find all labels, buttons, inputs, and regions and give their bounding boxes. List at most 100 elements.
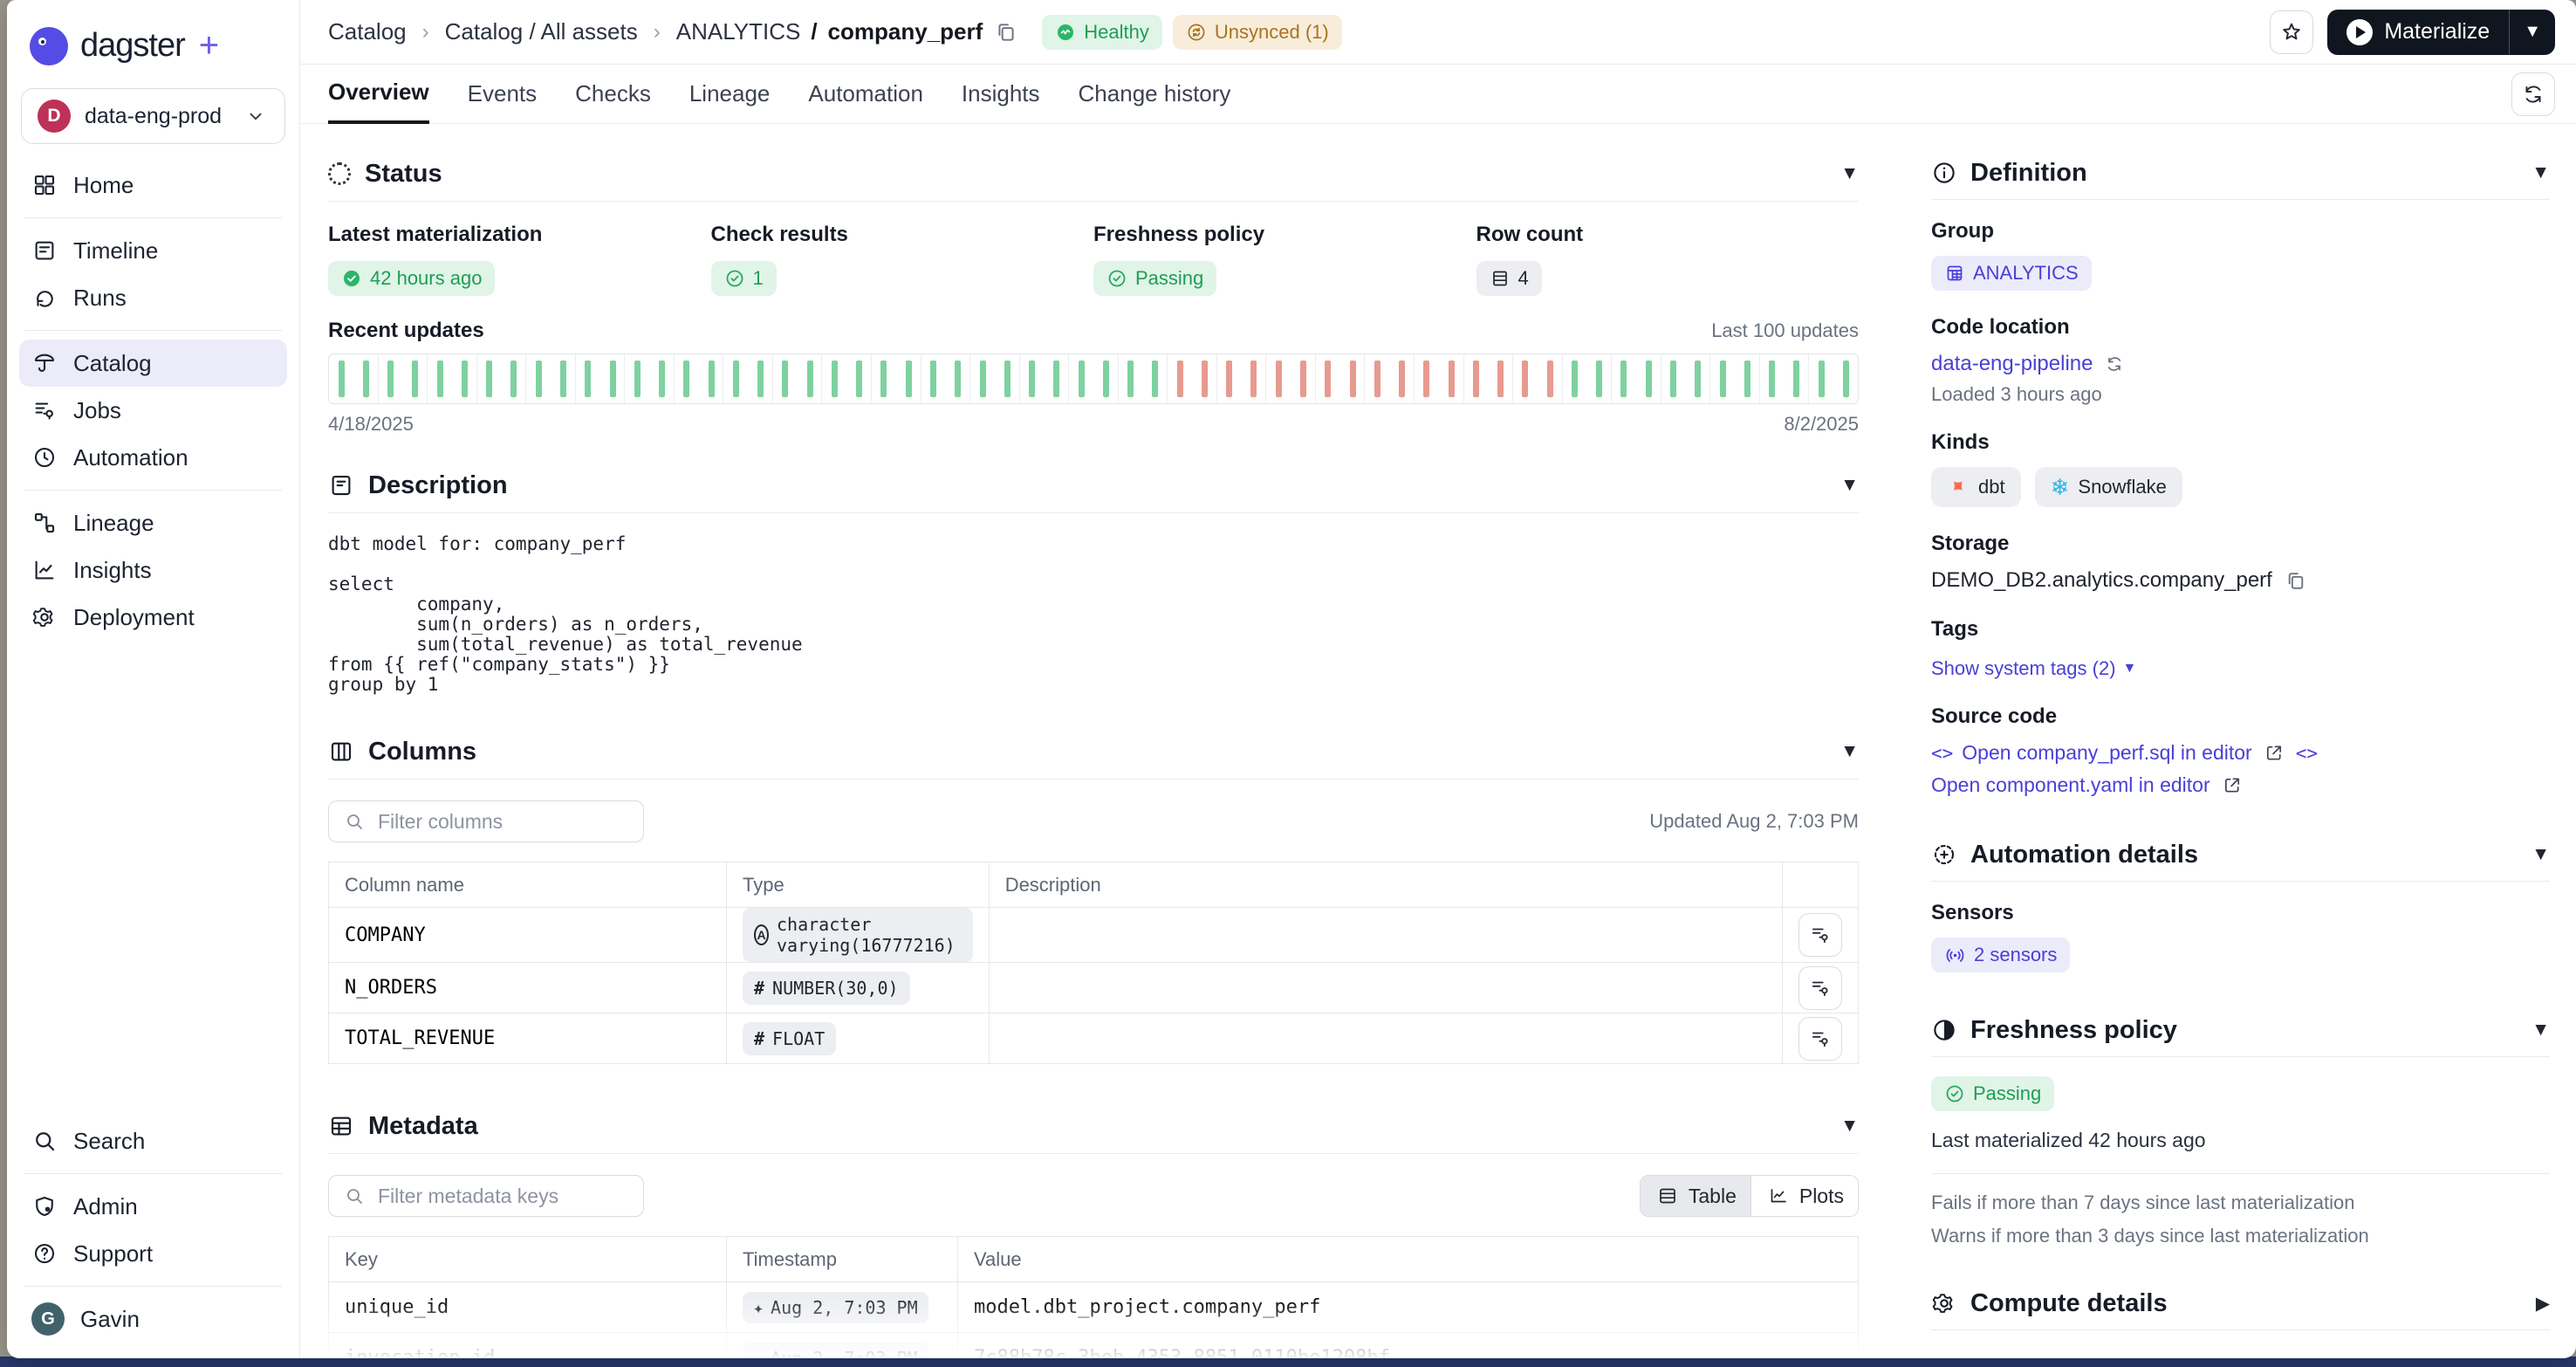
sidebar-item-insights[interactable]: Insights xyxy=(19,546,287,594)
show-system-tags-link[interactable]: Show system tags (2) xyxy=(1931,657,2116,680)
update-bar[interactable] xyxy=(1029,361,1035,397)
breadcrumb-group[interactable]: ANALYTICS xyxy=(676,18,801,45)
update-bar[interactable] xyxy=(634,361,641,397)
open-yaml-link[interactable]: Open component.yaml in editor xyxy=(1931,773,2210,797)
update-bar[interactable] xyxy=(363,361,369,397)
update-bar[interactable] xyxy=(585,361,591,397)
health-badge[interactable]: Healthy xyxy=(1042,15,1162,50)
update-bar[interactable] xyxy=(1720,361,1726,397)
check-results-badge[interactable]: 1 xyxy=(711,261,777,296)
update-bar[interactable] xyxy=(1350,361,1356,397)
collapse-caret[interactable]: ▼ xyxy=(2531,844,2550,865)
update-bar[interactable] xyxy=(757,361,764,397)
update-bar[interactable] xyxy=(955,361,961,397)
copy-icon[interactable] xyxy=(993,21,1019,44)
group-badge[interactable]: ANALYTICS xyxy=(1931,256,2092,291)
sidebar-item-home[interactable]: Home xyxy=(19,161,287,209)
update-bar[interactable] xyxy=(1177,361,1183,397)
filter-columns-field[interactable] xyxy=(376,809,631,835)
code-location-link[interactable]: data-eng-pipeline xyxy=(1931,352,2093,376)
update-bar[interactable] xyxy=(1843,361,1849,397)
update-bar[interactable] xyxy=(659,361,665,397)
update-bar[interactable] xyxy=(1202,361,1208,397)
update-bar[interactable] xyxy=(906,361,912,397)
copy-icon[interactable] xyxy=(2283,570,2309,592)
kind-badge-snowflake[interactable]: ❄ Snowflake xyxy=(2035,467,2182,507)
open-sql-link[interactable]: Open company_perf.sql in editor xyxy=(1962,741,2251,765)
update-bar[interactable] xyxy=(1670,361,1676,397)
collapse-caret[interactable]: ▼ xyxy=(1840,1116,1859,1137)
tab-checks[interactable]: Checks xyxy=(575,65,651,124)
update-bar[interactable] xyxy=(560,361,566,397)
filter-columns-input[interactable] xyxy=(328,800,644,842)
update-bar[interactable] xyxy=(1325,361,1331,397)
update-bar[interactable] xyxy=(1250,361,1257,397)
update-bar[interactable] xyxy=(832,361,838,397)
kind-badge-dbt[interactable]: dbt xyxy=(1931,467,2021,507)
reload-icon[interactable] xyxy=(2101,354,2127,374)
update-bar[interactable] xyxy=(610,361,616,397)
materialize-button[interactable]: Materialize ▼ xyxy=(2327,10,2555,55)
timestamp-badge[interactable]: ✦Aug 2, 7:03 PM xyxy=(743,1292,928,1323)
update-bar[interactable] xyxy=(1226,361,1232,397)
sidebar-item-jobs[interactable]: Jobs xyxy=(19,387,287,434)
update-bar[interactable] xyxy=(733,361,739,397)
update-bar[interactable] xyxy=(1769,361,1775,397)
sidebar-item-search[interactable]: Search xyxy=(19,1117,287,1164)
update-bar[interactable] xyxy=(1127,361,1134,397)
update-bar[interactable] xyxy=(1793,361,1799,397)
update-bar[interactable] xyxy=(1572,361,1578,397)
update-bar[interactable] xyxy=(1103,361,1109,397)
timestamp-badge[interactable]: ✦Aug 2, 7:03 PM xyxy=(743,1343,928,1359)
update-bar[interactable] xyxy=(880,361,887,397)
update-bar[interactable] xyxy=(709,361,715,397)
update-bar[interactable] xyxy=(510,361,517,397)
update-bar[interactable] xyxy=(1079,361,1085,397)
tab-overview[interactable]: Overview xyxy=(328,65,429,124)
tab-lineage[interactable]: Lineage xyxy=(689,65,771,124)
update-bar[interactable] xyxy=(1300,361,1306,397)
tab-events[interactable]: Events xyxy=(468,65,538,124)
update-bar[interactable] xyxy=(1596,361,1602,397)
update-bar[interactable] xyxy=(1497,361,1504,397)
update-bar[interactable] xyxy=(412,361,418,397)
update-bar[interactable] xyxy=(1473,361,1479,397)
expand-caret[interactable]: ▶ xyxy=(2536,1293,2550,1315)
column-lineage-button[interactable] xyxy=(1798,1017,1842,1061)
update-bar[interactable] xyxy=(683,361,689,397)
sidebar-item-catalog[interactable]: Catalog xyxy=(19,340,287,387)
unsynced-badge[interactable]: Unsynced (1) xyxy=(1173,15,1342,50)
update-bar[interactable] xyxy=(437,361,443,397)
update-bar[interactable] xyxy=(1276,361,1282,397)
update-bar[interactable] xyxy=(782,361,788,397)
dagster-logo[interactable]: dagster + xyxy=(7,0,299,83)
collapse-caret[interactable]: ▼ xyxy=(2531,162,2550,183)
sidebar-item-runs[interactable]: Runs xyxy=(19,274,287,321)
update-bar[interactable] xyxy=(387,361,394,397)
update-bar[interactable] xyxy=(1744,361,1750,397)
update-bar[interactable] xyxy=(1053,361,1059,397)
update-bar[interactable] xyxy=(1152,361,1158,397)
collapse-caret[interactable]: ▼ xyxy=(1840,475,1859,496)
update-bar[interactable] xyxy=(1004,361,1011,397)
sidebar-item-support[interactable]: Support xyxy=(19,1230,287,1277)
update-bar[interactable] xyxy=(1374,361,1380,397)
sidebar-item-deployment[interactable]: Deployment xyxy=(19,594,287,641)
update-bar[interactable] xyxy=(536,361,542,397)
collapse-caret[interactable]: ▼ xyxy=(2531,1020,2550,1041)
latest-materialization-badge[interactable]: 42 hours ago xyxy=(328,261,495,296)
update-bar[interactable] xyxy=(486,361,492,397)
sensors-badge[interactable]: 2 sensors xyxy=(1931,938,2070,972)
breadcrumb-catalog[interactable]: Catalog xyxy=(328,18,407,45)
update-bar[interactable] xyxy=(1646,361,1652,397)
update-bar[interactable] xyxy=(930,361,936,397)
tab-change-history[interactable]: Change history xyxy=(1079,65,1231,124)
freshness-badge[interactable]: Passing xyxy=(1093,261,1216,296)
materialize-dropdown[interactable]: ▼ xyxy=(2510,22,2555,42)
update-bar[interactable] xyxy=(1547,361,1553,397)
collapse-caret[interactable]: ▼ xyxy=(1840,163,1859,184)
update-bar[interactable] xyxy=(339,361,345,397)
filter-metadata-input[interactable] xyxy=(328,1175,644,1217)
breadcrumb-all-assets[interactable]: Catalog / All assets xyxy=(445,18,638,45)
update-bar[interactable] xyxy=(1819,361,1825,397)
